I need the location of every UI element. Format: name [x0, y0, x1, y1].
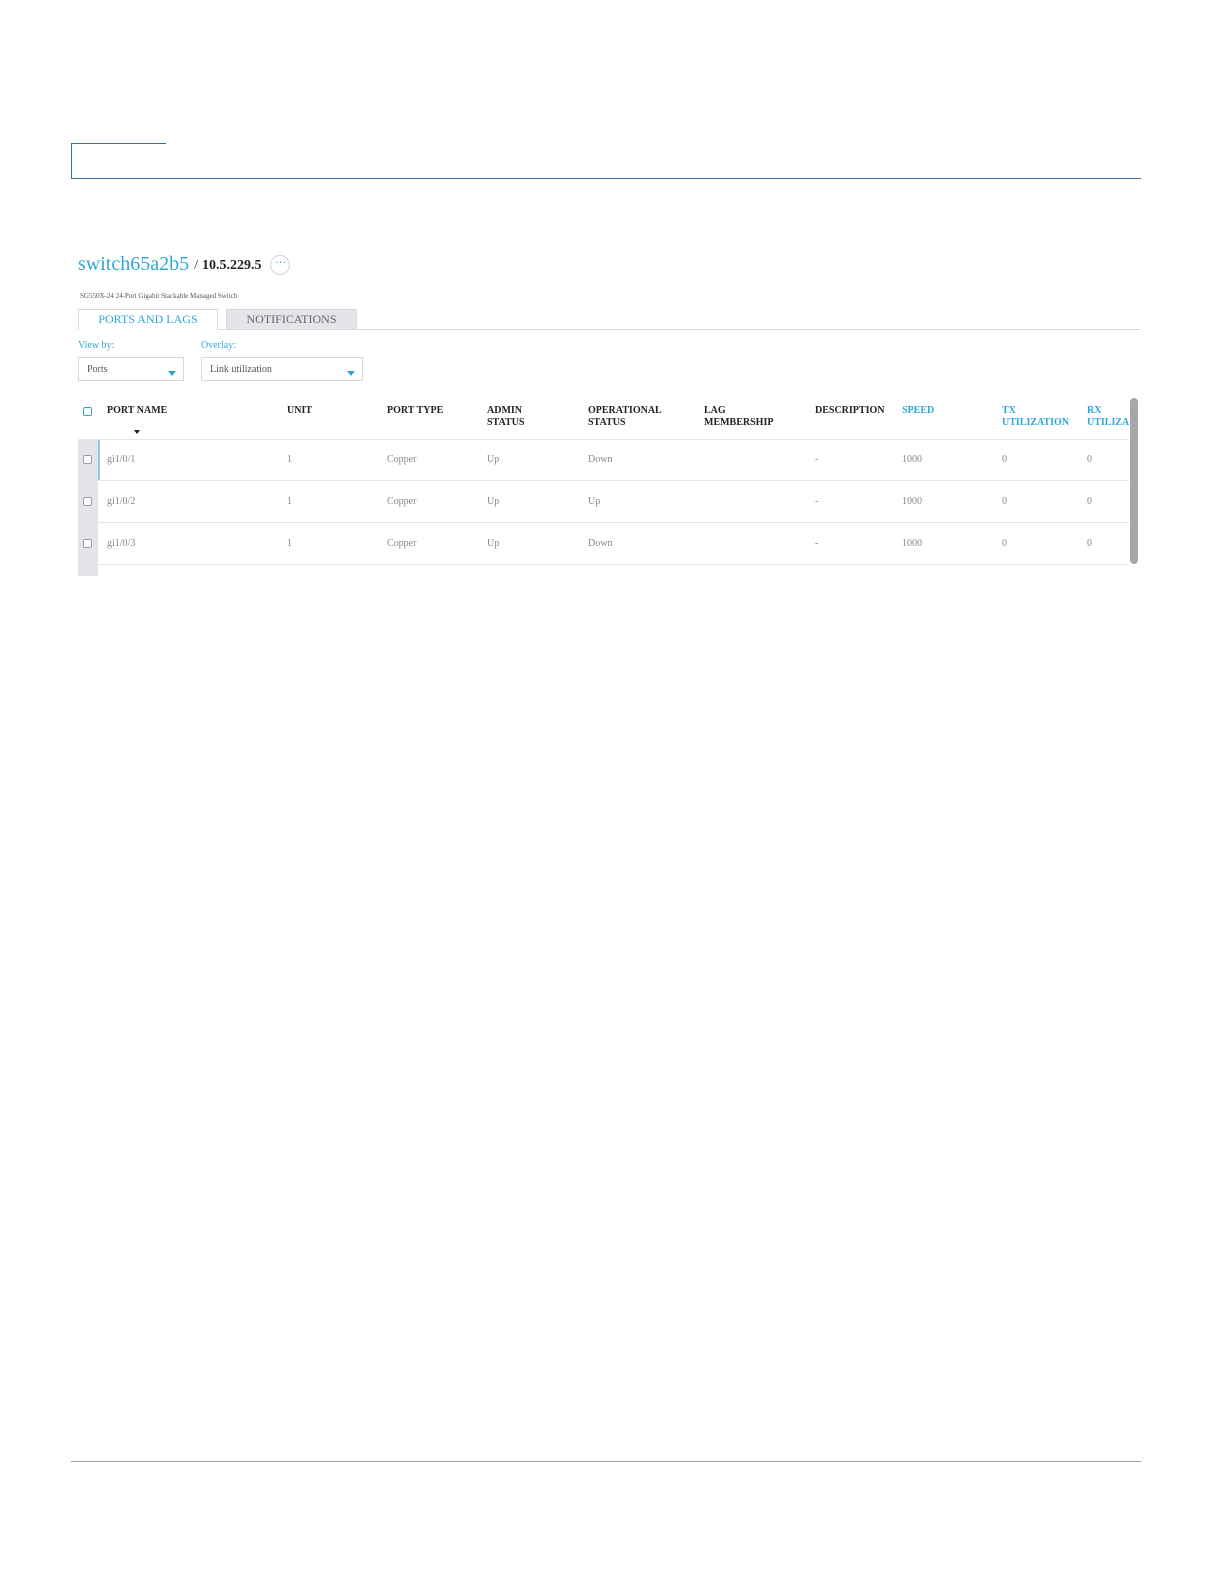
cell-speed: 1000	[902, 454, 922, 465]
cell-port-type: Copper	[387, 496, 417, 507]
device-header: switch65a2b5 / 10.5.229.5 ···	[78, 253, 291, 276]
view-by-select[interactable]: Ports	[78, 357, 184, 381]
tab-ports-and-lags[interactable]: PORTS AND LAGS	[78, 309, 218, 330]
cell-rx-utilization: 0	[1087, 454, 1092, 465]
cell-operational-status: Down	[588, 454, 613, 465]
chevron-down-icon	[347, 371, 355, 376]
header-divider	[98, 439, 1129, 440]
cell-speed: 1000	[902, 538, 922, 549]
column-header-description[interactable]: DESCRIPTION	[815, 405, 884, 417]
cell-rx-utilization: 0	[1087, 496, 1092, 507]
tab-bar: PORTS AND LAGS NOTIFICATIONS	[78, 309, 1141, 330]
device-model: SG550X-24 24-Port Gigabit Stackable Mana…	[80, 292, 238, 300]
column-header-tx-utilization[interactable]: TX UTILIZATION	[1002, 405, 1069, 429]
cell-admin-status: Up	[487, 454, 500, 465]
cell-description: -	[815, 454, 819, 465]
cell-unit: 1	[287, 496, 292, 507]
cell-operational-status: Down	[588, 538, 613, 549]
cell-tx-utilization: 0	[1002, 454, 1007, 465]
device-name-link[interactable]: switch65a2b5	[78, 253, 189, 276]
cell-port-type: Copper	[387, 454, 417, 465]
title-separator: /	[194, 257, 198, 273]
cell-port-name: gi1/0/3	[107, 538, 136, 549]
column-header-rx-utilization[interactable]: RX UTILIZA	[1087, 405, 1129, 429]
cell-operational-status: Up	[588, 496, 601, 507]
overlay-label: Overlay:	[201, 340, 236, 351]
cell-description: -	[815, 496, 819, 507]
cell-description: -	[815, 538, 819, 549]
ellipsis-icon: ···	[275, 255, 286, 269]
column-header-lag-membership[interactable]: LAG MEMBERSHIP	[704, 405, 773, 429]
section-divider	[71, 178, 1141, 179]
tab-notifications[interactable]: NOTIFICATIONS	[226, 309, 357, 330]
view-by-value: Ports	[87, 363, 108, 375]
cell-speed: 1000	[902, 496, 922, 507]
cell-tx-utilization: 0	[1002, 538, 1007, 549]
row-checkbox[interactable]	[83, 539, 92, 548]
select-all-checkbox[interactable]	[83, 407, 92, 416]
chevron-down-icon	[168, 371, 176, 376]
column-header-admin-status[interactable]: ADMIN STATUS	[487, 405, 524, 429]
row-divider	[98, 480, 1129, 481]
cell-port-name: gi1/0/1	[107, 454, 136, 465]
column-header-port-type[interactable]: PORT TYPE	[387, 405, 443, 417]
row-divider	[98, 564, 1129, 565]
cell-admin-status: Up	[487, 538, 500, 549]
ports-table: PORT NAME UNIT PORT TYPE ADMIN STATUS OP…	[78, 398, 1141, 576]
column-header-speed[interactable]: SPEED	[902, 405, 934, 417]
cell-tx-utilization: 0	[1002, 496, 1007, 507]
row-focus-indicator	[98, 440, 100, 480]
column-header-operational-status[interactable]: OPERATIONAL STATUS	[588, 405, 662, 429]
cell-unit: 1	[287, 538, 292, 549]
row-checkbox[interactable]	[83, 497, 92, 506]
overlay-select[interactable]: Link utilization	[201, 357, 363, 381]
cell-port-name: gi1/0/2	[107, 496, 136, 507]
cell-rx-utilization: 0	[1087, 538, 1092, 549]
section-frame	[71, 143, 166, 178]
device-ip: 10.5.229.5	[201, 257, 262, 273]
column-header-unit[interactable]: UNIT	[287, 405, 312, 417]
row-divider	[98, 522, 1129, 523]
row-checkbox[interactable]	[83, 455, 92, 464]
footer-divider	[71, 1461, 1141, 1462]
sort-desc-icon[interactable]	[134, 430, 140, 434]
cell-port-type: Copper	[387, 538, 417, 549]
cell-unit: 1	[287, 454, 292, 465]
overlay-value: Link utilization	[210, 363, 272, 375]
column-header-port-name[interactable]: PORT NAME	[107, 405, 167, 417]
view-by-label: View by:	[78, 340, 115, 351]
more-options-button[interactable]: ···	[270, 254, 291, 275]
cell-admin-status: Up	[487, 496, 500, 507]
vertical-scrollbar[interactable]	[1130, 398, 1138, 564]
